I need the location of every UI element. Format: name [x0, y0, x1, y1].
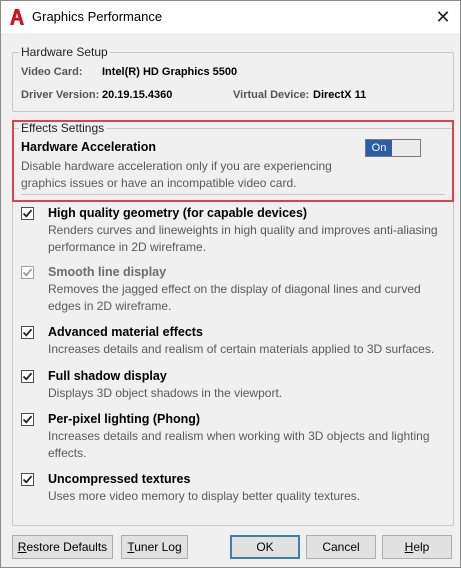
advanced-material-effects-title: Advanced material effects: [48, 325, 203, 339]
advanced-material-effects-description: Increases details and realism of certain…: [48, 342, 435, 356]
tuner-log-button[interactable]: Tuner Log: [121, 535, 188, 559]
driver-version-value: 20.19.15.4360: [102, 89, 173, 101]
per-pixel-lighting-checkbox[interactable]: [21, 413, 34, 426]
tuner-log-label: uner Log: [134, 540, 182, 554]
virtual-device-label: Virtual Device:: [233, 89, 310, 101]
uncompressed-textures-description: Uses more video memory to display better…: [48, 489, 361, 503]
window-title: Graphics Performance: [32, 9, 163, 24]
high-quality-geometry-description: Renders curves and lineweights in high q…: [48, 223, 438, 254]
toggle-on-label: On: [366, 140, 392, 156]
close-icon[interactable]: ✕: [431, 6, 455, 28]
checkmark-icon: [22, 209, 33, 218]
dialog-window: Graphics Performance ✕ Hardware Setup Vi…: [0, 0, 461, 568]
title-bar: Graphics Performance ✕: [1, 1, 460, 33]
video-card-value: Intel(R) HD Graphics 5500: [102, 66, 238, 78]
full-shadow-display-title: Full shadow display: [48, 369, 167, 383]
hardware-acceleration-toggle[interactable]: On: [365, 139, 421, 157]
video-card-label: Video Card:: [21, 66, 83, 78]
high-quality-geometry-title: High quality geometry (for capable devic…: [48, 206, 308, 220]
high-quality-geometry-checkbox[interactable]: [21, 207, 34, 220]
ok-button[interactable]: OK: [230, 535, 300, 559]
separator: [21, 194, 445, 195]
full-shadow-display-checkbox[interactable]: [21, 370, 34, 383]
restore-defaults-label: estore Defaults: [26, 540, 108, 554]
uncompressed-textures-title: Uncompressed textures: [48, 472, 191, 486]
hardware-setup-legend: Hardware Setup: [19, 45, 110, 59]
hardware-acceleration-description: Disable hardware acceleration only if yo…: [21, 159, 332, 190]
smooth-line-display-title: Smooth line display: [48, 265, 167, 279]
uncompressed-textures-checkbox[interactable]: [21, 473, 34, 486]
autocad-logo-icon: [9, 8, 25, 26]
driver-version-label: Driver Version:: [21, 89, 100, 101]
checkmark-icon: [22, 268, 33, 277]
smooth-line-display-checkbox[interactable]: [21, 266, 34, 279]
smooth-line-display-description: Removes the jagged effect on the display…: [48, 282, 421, 313]
checkmark-icon: [22, 328, 33, 337]
help-label: elp: [413, 540, 430, 554]
per-pixel-lighting-title: Per-pixel lighting (Phong): [48, 412, 201, 426]
checkmark-icon: [22, 372, 33, 381]
hardware-setup-group: Hardware Setup: [12, 45, 454, 112]
virtual-device-value: DirectX 11: [313, 89, 367, 101]
hardware-acceleration-title: Hardware Acceleration: [21, 140, 157, 154]
checkmark-icon: [22, 415, 33, 424]
cancel-button[interactable]: Cancel: [306, 535, 376, 559]
help-button[interactable]: Help: [382, 535, 452, 559]
restore-defaults-button[interactable]: Restore Defaults: [12, 535, 113, 559]
advanced-material-effects-checkbox[interactable]: [21, 326, 34, 339]
full-shadow-display-description: Displays 3D object shadows in the viewpo…: [48, 386, 283, 400]
checkmark-icon: [22, 475, 33, 484]
per-pixel-lighting-description: Increases details and realism when worki…: [48, 429, 430, 460]
